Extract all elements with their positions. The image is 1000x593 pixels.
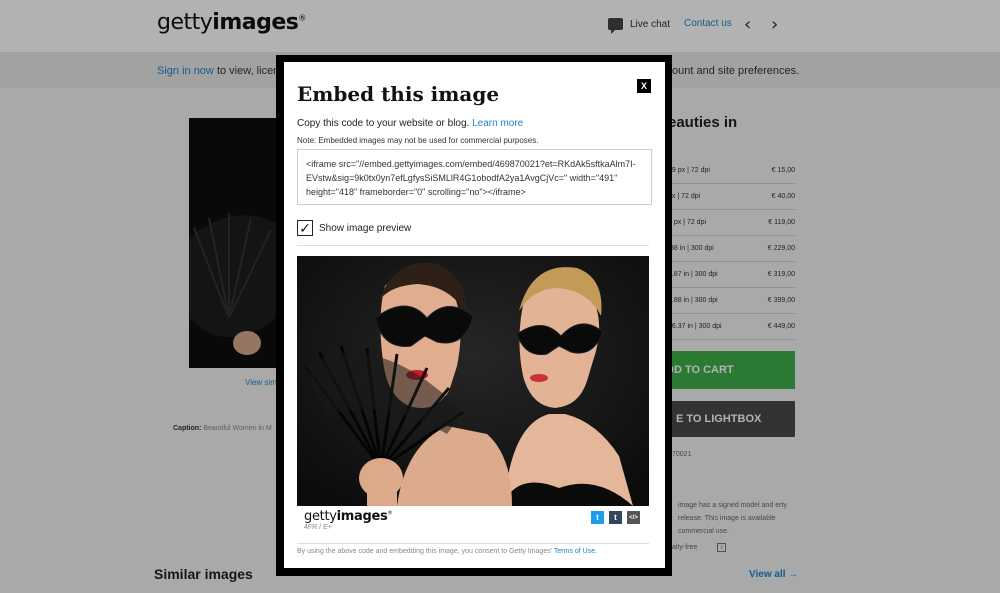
commercial-note: Note: Embedded images may not be used fo… xyxy=(297,136,539,145)
embed-dialog: Embed this image X Copy this code to you… xyxy=(284,62,665,568)
close-button[interactable]: X xyxy=(637,79,651,93)
tumblr-icon[interactable]: t xyxy=(609,511,622,524)
twitter-icon[interactable]: t xyxy=(591,511,604,524)
embed-code-field[interactable]: <iframe src="//embed.gettyimages.com/emb… xyxy=(297,149,652,205)
footer-getty-logo: gettyimages® xyxy=(304,509,393,524)
divider xyxy=(297,245,649,246)
preview-image xyxy=(297,256,649,506)
consent-text: By using the above code and embedding th… xyxy=(297,548,598,555)
learn-more-link[interactable]: Learn more xyxy=(472,118,523,129)
embed-code-icon[interactable]: </> xyxy=(627,511,640,524)
dialog-title: Embed this image xyxy=(297,82,500,106)
show-preview-label: Show image preview xyxy=(319,222,412,234)
copy-instructions: Copy this code to your website or blog. … xyxy=(297,118,524,129)
divider xyxy=(297,543,649,544)
terms-of-use-link[interactable]: Terms of Use. xyxy=(554,548,597,555)
show-preview-toggle[interactable]: ✓ Show image preview xyxy=(297,220,411,236)
show-preview-checkbox[interactable]: ✓ xyxy=(297,220,313,236)
photographer-credit: 4FR / E+ xyxy=(304,524,332,531)
